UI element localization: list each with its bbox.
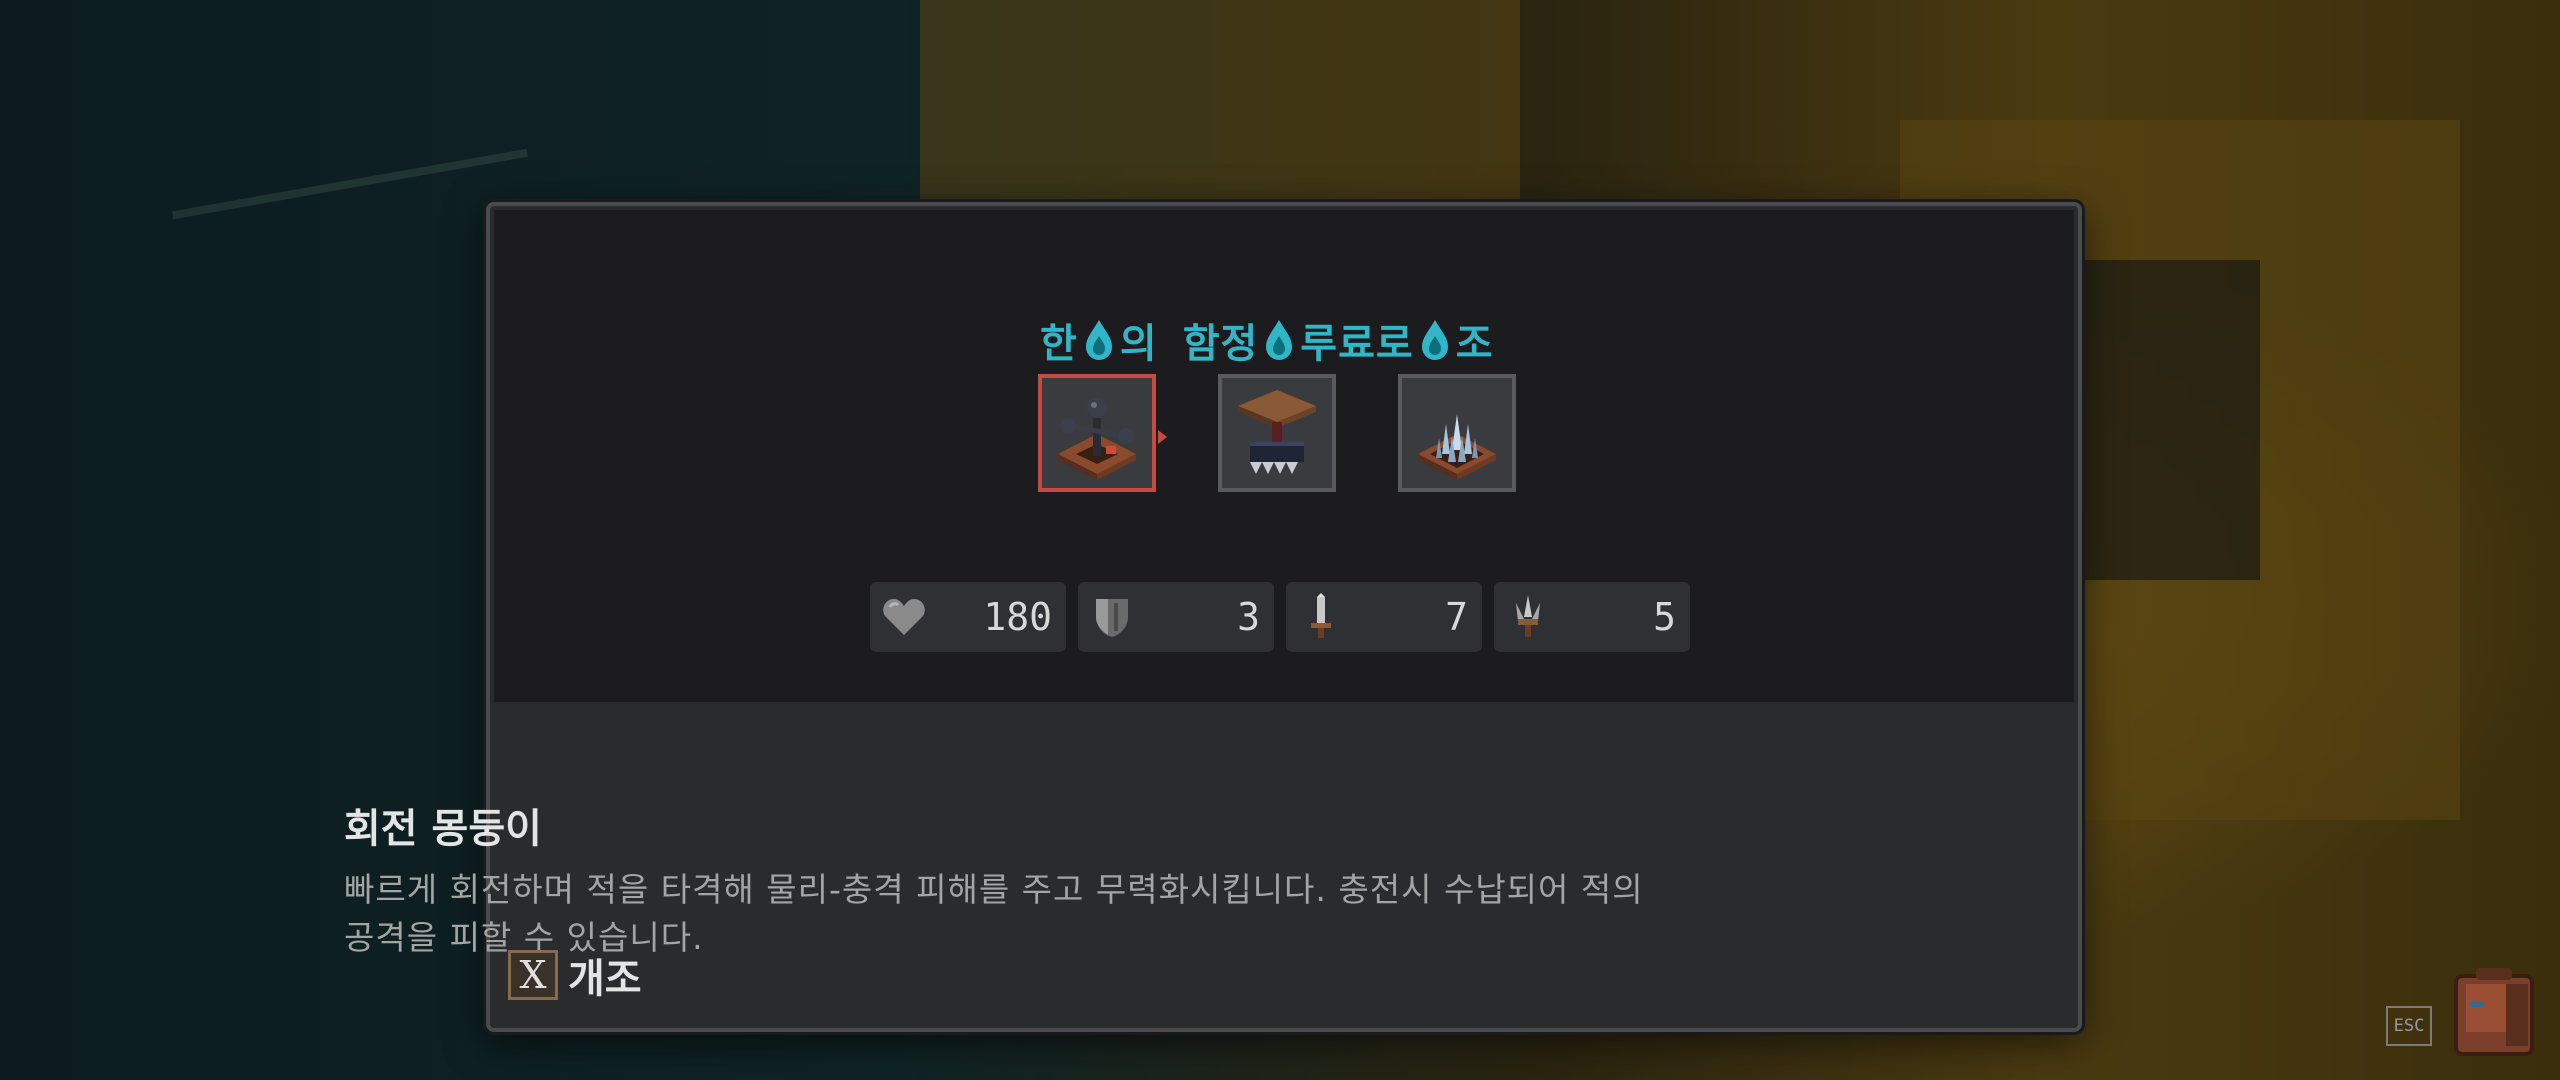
background-light-streak <box>172 148 528 220</box>
background-wall <box>2080 260 2260 580</box>
spike-damage-value: 5 <box>1653 595 1676 639</box>
trap-slot-spike[interactable] <box>1398 374 1516 492</box>
title-part: 의 함정 <box>1119 321 1259 367</box>
title-part: 루료로 <box>1300 321 1414 367</box>
spike-damage-icon <box>1516 595 1540 637</box>
modify-action-label: 개조 <box>568 956 642 1002</box>
stat-armor: 3 <box>1078 582 1274 652</box>
trap-slot-rotating-club[interactable] <box>1038 374 1156 492</box>
soul-flame-icon <box>1266 320 1293 360</box>
shield-icon <box>1096 599 1128 637</box>
stat-attack: 7 <box>1286 582 1482 652</box>
trap-slot-crusher[interactable] <box>1218 374 1336 492</box>
attack-value: 7 <box>1445 595 1468 639</box>
health-value: 180 <box>983 595 1052 639</box>
trap-title: 한 의 함정 루료로 조 <box>1040 312 1494 368</box>
heart-icon <box>883 599 925 635</box>
x-key-icon: X <box>508 950 558 1000</box>
stat-health: 180 <box>870 582 1066 652</box>
crusher-trap-icon <box>1238 390 1316 474</box>
esc-button[interactable]: ESC <box>2386 1006 2432 1046</box>
soul-flame-icon <box>1085 320 1112 360</box>
sword-icon <box>1311 593 1331 638</box>
background-floor <box>920 0 1520 200</box>
armor-value: 3 <box>1237 595 1260 639</box>
rotating-club-trap-icon <box>1058 398 1136 480</box>
description-line: 빠르게 회전하며 적을 타격해 물리-충격 피해를 주고 무력화시킵니다. 충전… <box>344 870 1644 909</box>
trap-name: 회전 몽둥이 <box>344 806 542 852</box>
title-part: 한 <box>1040 321 1078 367</box>
selection-marker <box>1158 430 1167 444</box>
soul-flame-icon <box>1421 320 1448 360</box>
title-part: 조 <box>1455 321 1494 367</box>
backpack-icon[interactable] <box>2452 966 2536 1058</box>
game-screen: 한 의 함정 루료로 조 180 3 7 5 회전 몽둥이 빠르게 회전하며 적… <box>0 0 2560 1080</box>
stat-spike-damage: 5 <box>1494 582 1690 652</box>
spike-trap-icon <box>1418 414 1496 480</box>
modify-action-button[interactable]: X 개조 <box>508 948 642 1002</box>
